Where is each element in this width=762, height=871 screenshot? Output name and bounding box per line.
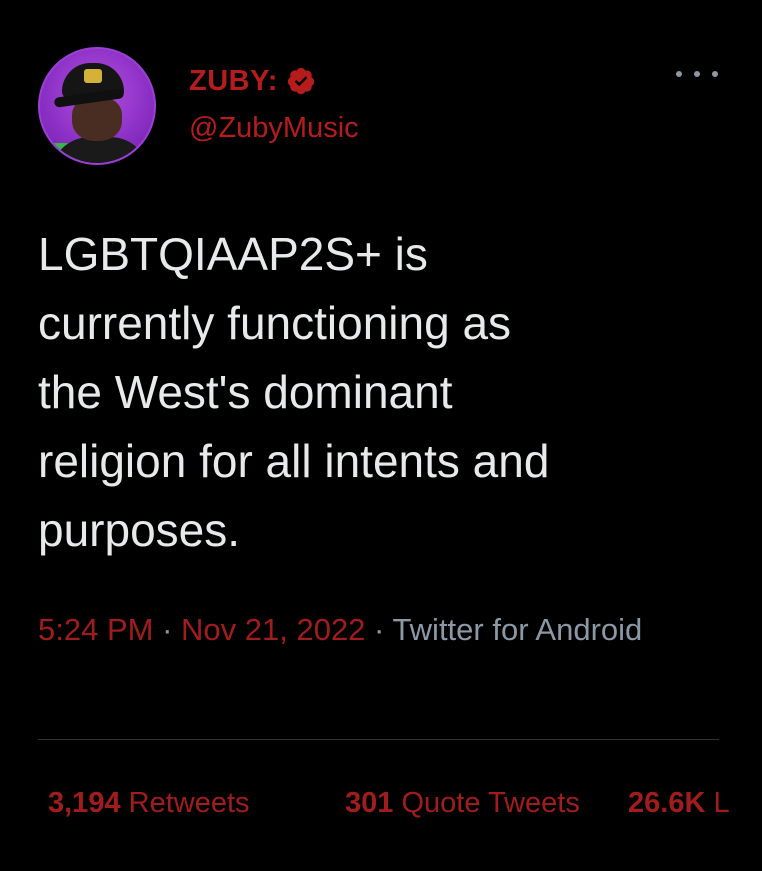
meta-separator: · <box>365 612 393 647</box>
verified-badge-icon <box>287 67 315 95</box>
retweets-stat[interactable]: 3,194 Retweets <box>48 787 250 820</box>
tweet-card: ZUBY: @ZubyMusic LGBTQIAAP2S+ is current… <box>0 0 762 871</box>
avatar-shirt <box>50 137 150 163</box>
divider <box>38 739 719 740</box>
more-dot <box>676 71 682 77</box>
avatar[interactable] <box>38 47 156 165</box>
tweet-text: LGBTQIAAP2S+ is currently functioning as… <box>38 228 550 556</box>
author-handle[interactable]: @ZubyMusic <box>189 112 359 145</box>
tweet-source[interactable]: Twitter for Android <box>392 612 642 647</box>
retweets-label: Retweets <box>128 787 250 819</box>
tweet-date[interactable]: Nov 21, 2022 <box>181 612 365 647</box>
author-display-name[interactable]: ZUBY: <box>189 65 278 98</box>
more-options-icon[interactable] <box>676 62 718 86</box>
quote-tweets-label: Quote Tweets <box>401 787 580 819</box>
retweets-count: 3,194 <box>48 787 121 819</box>
tweet-time[interactable]: 5:24 PM <box>38 612 153 647</box>
tweet-meta: 5:24 PM · Nov 21, 2022 · Twitter for And… <box>38 605 698 655</box>
quote-tweets-stat[interactable]: 301 Quote Tweets <box>345 787 580 820</box>
avatar-cap-logo <box>84 69 102 83</box>
author-name-row[interactable]: ZUBY: <box>189 63 316 99</box>
more-dot <box>712 71 718 77</box>
likes-stat[interactable]: 26.6K L <box>628 787 730 820</box>
meta-separator: · <box>153 612 182 647</box>
likes-count: 26.6K <box>628 787 706 819</box>
quote-tweets-count: 301 <box>345 787 394 819</box>
likes-label: L <box>713 787 730 819</box>
more-dot <box>694 71 700 77</box>
